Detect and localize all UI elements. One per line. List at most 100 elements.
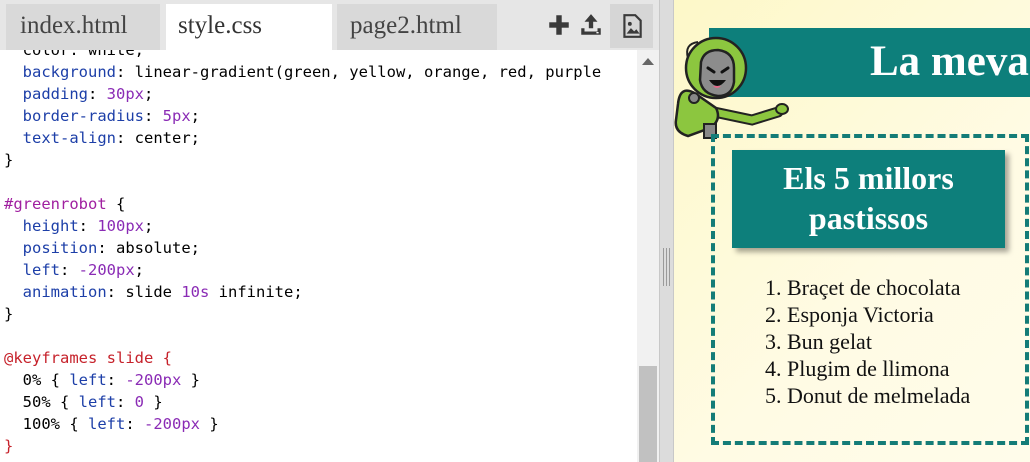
- pane-resize-divider[interactable]: [659, 0, 674, 462]
- code-line[interactable]: height: 100px;: [4, 215, 154, 237]
- code-line[interactable]: }: [4, 149, 13, 171]
- code-line[interactable]: 50% { left: 0 }: [4, 391, 163, 413]
- code-token: }: [4, 437, 14, 455]
- code-token: background: [22, 63, 116, 81]
- code-token: :: [125, 415, 144, 433]
- code-token: text-align: [22, 129, 116, 147]
- tab-index-html[interactable]: index.html: [6, 4, 160, 50]
- code-token: animation: [22, 283, 107, 301]
- code-token: #greenrobot: [4, 195, 107, 213]
- code-token: 30px: [106, 85, 144, 103]
- code-token: position: [22, 239, 98, 257]
- code-line[interactable]: }: [4, 435, 13, 457]
- code-line[interactable]: left: -200px;: [4, 259, 144, 281]
- code-line[interactable]: 100% { left: -200px }: [4, 413, 219, 435]
- divider-grip-icon[interactable]: [663, 248, 670, 286]
- code-token: 100px: [97, 217, 145, 235]
- code-token: padding: [22, 85, 88, 103]
- code-line[interactable]: text-align: center;: [4, 127, 200, 149]
- code-line[interactable]: position: absolute;: [4, 237, 200, 259]
- image-button[interactable]: [610, 4, 653, 48]
- card-heading: Els 5 millors pastissos: [732, 150, 1005, 248]
- code-line[interactable]: padding: 30px;: [4, 83, 154, 105]
- code-token: :: [60, 261, 79, 279]
- code-token: :: [78, 217, 98, 235]
- code-token: color: white;: [4, 50, 144, 59]
- cake-list-item: 1. Braçet de chocolata: [765, 274, 970, 301]
- code-token: left: [22, 261, 60, 279]
- code-token: 50% {: [4, 393, 79, 411]
- code-token: }: [4, 305, 14, 323]
- code-token: ;: [144, 217, 154, 235]
- plus-icon[interactable]: [546, 12, 572, 38]
- image-icon: [623, 14, 642, 38]
- code-editor-pane: index.html style.css page2.html color: w…: [0, 0, 659, 462]
- code-token: {: [106, 195, 126, 213]
- code-token: }: [181, 371, 200, 389]
- code-token: 100% {: [4, 415, 88, 433]
- code-token: ;: [190, 107, 201, 125]
- cake-name: Donut de melmelada: [787, 383, 971, 408]
- cake-name: Esponja Victoria: [787, 302, 934, 327]
- cake-list-item: 3. Bun gelat: [765, 328, 970, 355]
- code-line[interactable]: 0% { left: -200px }: [4, 369, 200, 391]
- code-token: infinite;: [209, 283, 303, 301]
- code-token: }: [144, 393, 163, 411]
- tab-page2-html[interactable]: page2.html: [337, 4, 497, 50]
- code-line[interactable]: }: [4, 303, 13, 325]
- css-code-area[interactable]: color: white; background: linear-gradien…: [0, 50, 636, 462]
- code-token: -200px: [125, 371, 182, 389]
- code-line[interactable]: animation: slide 10s infinite;: [4, 281, 303, 303]
- code-line[interactable]: background: linear-gradient(green, yello…: [4, 61, 602, 83]
- code-token: left: [78, 393, 116, 411]
- code-token: : center;: [116, 129, 200, 147]
- code-line[interactable]: color: white;: [4, 50, 144, 61]
- scroll-up-arrow-icon[interactable]: [642, 58, 654, 65]
- cake-name: Plugim de llimona: [787, 356, 950, 381]
- cake-name: Braçet de chocolata: [787, 275, 961, 300]
- code-token: 10s: [181, 283, 210, 301]
- code-token: ;: [144, 85, 154, 103]
- cake-number: 4.: [765, 356, 787, 381]
- web-preview-pane: La meva Els 5 millors pastissos 1. Braçe…: [674, 0, 1030, 462]
- code-token: 0% {: [4, 371, 70, 389]
- code-token: : slide: [106, 283, 182, 301]
- code-token: }: [4, 151, 14, 169]
- tab-style-css-label: style.css: [178, 12, 263, 39]
- cake-number: 2.: [765, 302, 787, 327]
- code-token: height: [22, 217, 79, 235]
- tab-style-css[interactable]: style.css: [166, 4, 488, 50]
- code-token: :: [88, 85, 107, 103]
- code-token: }: [200, 415, 219, 433]
- cake-number: 5.: [765, 383, 787, 408]
- code-line[interactable]: border-radius: 5px;: [4, 105, 200, 127]
- editor-scrollbar[interactable]: [637, 50, 659, 462]
- code-token: border-radius: [22, 107, 144, 125]
- code-token: :: [144, 107, 163, 125]
- code-token: left: [88, 415, 126, 433]
- code-token: 0: [134, 393, 144, 411]
- code-token: : linear-gradient(green, yellow, orange,…: [116, 63, 602, 81]
- cake-number: 3.: [765, 329, 787, 354]
- code-token: : absolute;: [97, 239, 200, 257]
- cake-list-item: 2. Esponja Victoria: [765, 301, 970, 328]
- cake-list-card: Els 5 millors pastissos 1. Braçet de cho…: [711, 134, 1029, 445]
- scrollbar-thumb[interactable]: [639, 366, 657, 462]
- code-token: :: [115, 393, 135, 411]
- code-line[interactable]: @keyframes slide {: [4, 347, 172, 369]
- code-token: left: [69, 371, 107, 389]
- code-token: :: [106, 371, 126, 389]
- code-line[interactable]: #greenrobot {: [4, 193, 125, 215]
- code-token: 5px: [162, 107, 191, 125]
- green-robot-image: [674, 36, 789, 139]
- cake-number: 1.: [765, 275, 787, 300]
- upload-icon[interactable]: [578, 12, 604, 38]
